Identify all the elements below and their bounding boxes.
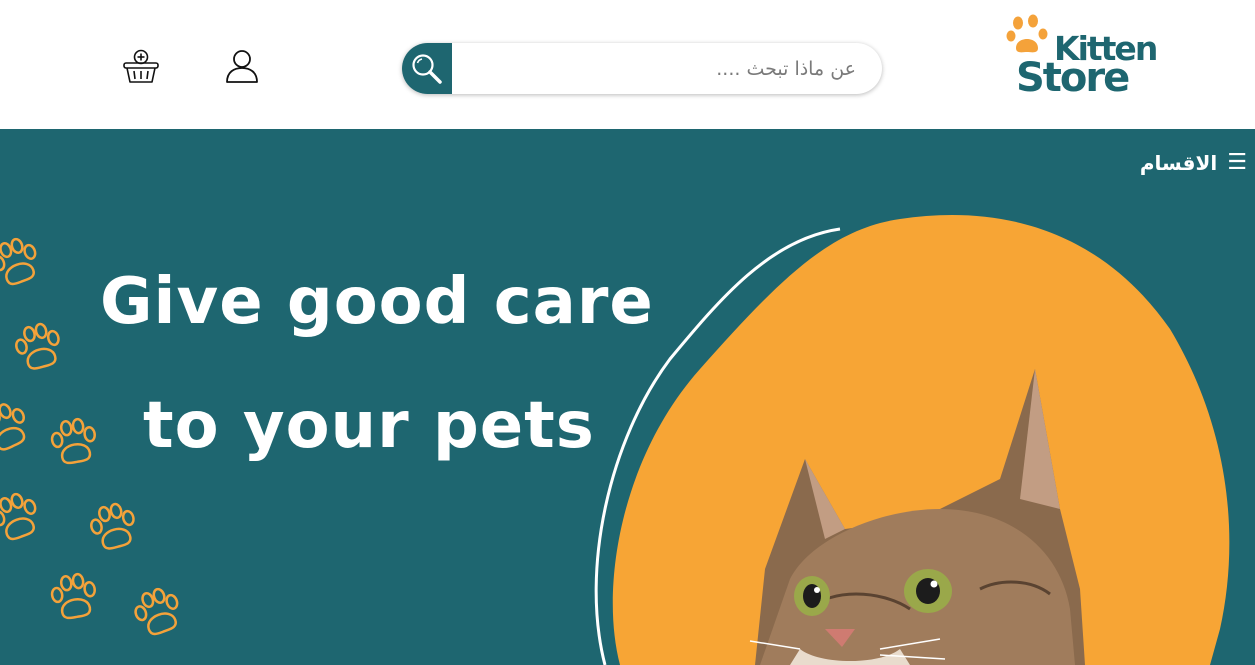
categories-menu-button[interactable]: ☰ الاقسام — [1140, 151, 1247, 175]
hero-headline-line2: to your pets — [143, 389, 595, 463]
basket-add-icon — [123, 49, 159, 83]
logo-text-store: Store — [1016, 55, 1130, 101]
account-button[interactable] — [224, 48, 260, 84]
categories-label: الاقسام — [1139, 151, 1218, 175]
user-icon — [226, 50, 258, 83]
hero-headline-line1: Give good care — [100, 265, 654, 339]
kitten-store-logo[interactable]: Kitten Store — [1006, 14, 1161, 100]
search-bar — [402, 43, 882, 94]
paw-logo-icon — [1006, 14, 1048, 53]
orange-blob-with-cat — [594, 214, 1230, 665]
search-button[interactable] — [402, 43, 452, 94]
hamburger-icon: ☰ — [1227, 150, 1247, 175]
site-header: Kitten Store — [0, 0, 1255, 129]
hero-banner: Give good care to your pets ☰ الاقسام — [0, 129, 1255, 665]
search-icon — [412, 53, 442, 84]
search-input[interactable] — [454, 43, 878, 94]
cart-button[interactable] — [122, 47, 160, 85]
